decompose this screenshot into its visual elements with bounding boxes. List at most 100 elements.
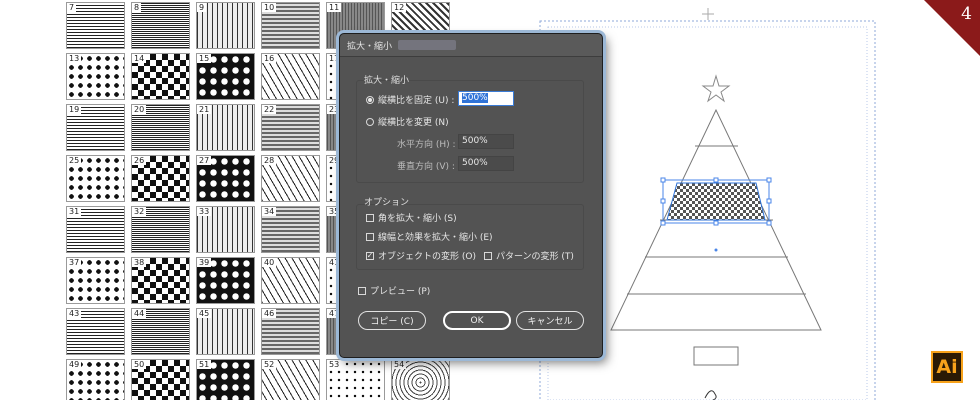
selection-handle[interactable]: [660, 220, 666, 226]
uniform-scale-input[interactable]: 500%: [458, 91, 514, 106]
pattern-swatch[interactable]: 25: [66, 155, 125, 202]
preview-checkbox[interactable]: [358, 286, 366, 295]
scale-strokes-option[interactable]: 線幅と効果を拡大・縮小 (E): [366, 230, 493, 243]
scale-corners-checkbox[interactable]: [366, 213, 374, 222]
badge-number: 4: [961, 4, 972, 24]
swatch-number: 44: [132, 309, 147, 318]
transform-objects-checkbox[interactable]: ✓: [366, 251, 374, 260]
transform-patterns-checkbox[interactable]: [484, 251, 492, 260]
star-shape[interactable]: [701, 74, 731, 103]
pattern-swatch[interactable]: 16: [261, 53, 320, 100]
pattern-swatch[interactable]: 43: [66, 308, 125, 355]
pattern-swatch[interactable]: 32: [131, 206, 190, 253]
horizontal-label: 水平方向 (H) :: [397, 140, 456, 150]
selection-handle[interactable]: [713, 220, 719, 226]
uniform-label: 縦横比を固定 (U) :: [378, 96, 455, 106]
pattern-swatch[interactable]: 49: [66, 359, 125, 400]
transform-objects-option[interactable]: ✓ オブジェクトの変形 (O): [366, 249, 476, 262]
swatch-number: 7: [67, 3, 77, 12]
swatch-number: 51: [197, 360, 212, 369]
selection-handle[interactable]: [660, 177, 666, 183]
trunk-box[interactable]: [693, 346, 739, 366]
pattern-swatch[interactable]: 13: [66, 53, 125, 100]
pattern-swatch[interactable]: 44: [131, 308, 190, 355]
pattern-swatch[interactable]: 27: [196, 155, 255, 202]
swatch-number: 20: [132, 105, 147, 114]
swatch-number: 54: [392, 360, 407, 369]
swatch-number: 46: [262, 309, 277, 318]
swatch-number: 19: [67, 105, 82, 114]
pattern-swatch[interactable]: 20: [131, 104, 190, 151]
selected-pattern-band[interactable]: [666, 182, 766, 221]
pattern-swatch[interactable]: 37: [66, 257, 125, 304]
pattern-swatch[interactable]: 22: [261, 104, 320, 151]
swatch-number: 25: [67, 156, 82, 165]
scale-strokes-checkbox[interactable]: [366, 232, 374, 241]
swatch-number: 49: [67, 360, 82, 369]
pattern-swatch[interactable]: 33: [196, 206, 255, 253]
preview-option[interactable]: プレビュー (P): [358, 284, 430, 297]
nonuniform-label: 縦横比を変更 (N): [378, 118, 449, 128]
pattern-swatch[interactable]: 38: [131, 257, 190, 304]
pattern-swatch[interactable]: 19: [66, 104, 125, 151]
swatch-number: 28: [262, 156, 277, 165]
vertical-scale-input[interactable]: 500%: [458, 156, 514, 171]
pattern-swatch[interactable]: 45: [196, 308, 255, 355]
pattern-swatch[interactable]: 10: [261, 2, 320, 49]
swatch-number: 21: [197, 105, 212, 114]
swatch-number: 15: [197, 54, 212, 63]
pattern-swatch[interactable]: 28: [261, 155, 320, 202]
cancel-button[interactable]: キャンセル: [516, 311, 584, 330]
pattern-swatch[interactable]: 14: [131, 53, 190, 100]
swatch-number: 32: [132, 207, 147, 216]
selection-handle[interactable]: [766, 177, 772, 183]
pattern-swatch[interactable]: 21: [196, 104, 255, 151]
swatch-number: 27: [197, 156, 212, 165]
transform-patterns-option[interactable]: パターンの変形 (T): [484, 249, 574, 262]
swatch-number: 52: [262, 360, 277, 369]
selection-handle[interactable]: [766, 220, 772, 226]
selection-handle[interactable]: [713, 177, 719, 183]
pattern-swatch[interactable]: 39: [196, 257, 255, 304]
swatch-number: 14: [132, 54, 147, 63]
pattern-swatch[interactable]: 51: [196, 359, 255, 400]
dialog-titlebar[interactable]: 拡大・縮小: [340, 34, 602, 57]
pattern-swatch[interactable]: 50: [131, 359, 190, 400]
pattern-swatch[interactable]: 46: [261, 308, 320, 355]
pattern-swatch[interactable]: 52: [261, 359, 320, 400]
scale-group-title: 拡大・縮小: [364, 76, 410, 86]
swatch-number: 31: [67, 207, 82, 216]
uniform-option[interactable]: 縦横比を固定 (U) :: [366, 93, 454, 106]
pattern-swatch[interactable]: 31: [66, 206, 125, 253]
pattern-swatch[interactable]: 7: [66, 2, 125, 49]
uniform-radio[interactable]: [366, 95, 374, 104]
swatch-number: 53: [327, 360, 342, 369]
pattern-swatch[interactable]: 26: [131, 155, 190, 202]
script-text-fragment: [704, 390, 717, 400]
pattern-swatch[interactable]: 34: [261, 206, 320, 253]
swatch-number: 45: [197, 309, 212, 318]
swatch-number: 9: [197, 3, 207, 12]
uniform-scale-value: 500%: [462, 93, 488, 103]
pattern-swatch[interactable]: 40: [261, 257, 320, 304]
swatch-number: 38: [132, 258, 147, 267]
pattern-swatch[interactable]: 8: [131, 2, 190, 49]
options-group-title: オプション: [364, 198, 410, 208]
nonuniform-option[interactable]: 縦横比を変更 (N): [366, 115, 449, 128]
ok-button[interactable]: OK: [443, 311, 511, 330]
transform-objects-label: オブジェクトの変形 (O): [378, 252, 476, 262]
dialog-title: 拡大・縮小: [347, 41, 393, 52]
transform-patterns-label: パターンの変形 (T): [496, 252, 574, 262]
horizontal-scale-input[interactable]: 500%: [458, 134, 514, 149]
nonuniform-radio[interactable]: [366, 117, 374, 126]
scale-corners-option[interactable]: 角を拡大・縮小 (S): [366, 211, 457, 224]
swatch-number: 34: [262, 207, 277, 216]
copy-button[interactable]: コピー (C): [358, 311, 426, 330]
pattern-swatch[interactable]: 9: [196, 2, 255, 49]
selection-handle[interactable]: [660, 198, 666, 204]
pattern-swatch[interactable]: 54: [391, 359, 450, 400]
selection-handle[interactable]: [766, 198, 772, 204]
swatch-number: 50: [132, 360, 147, 369]
pattern-swatch[interactable]: 53: [326, 359, 385, 400]
pattern-swatch[interactable]: 15: [196, 53, 255, 100]
